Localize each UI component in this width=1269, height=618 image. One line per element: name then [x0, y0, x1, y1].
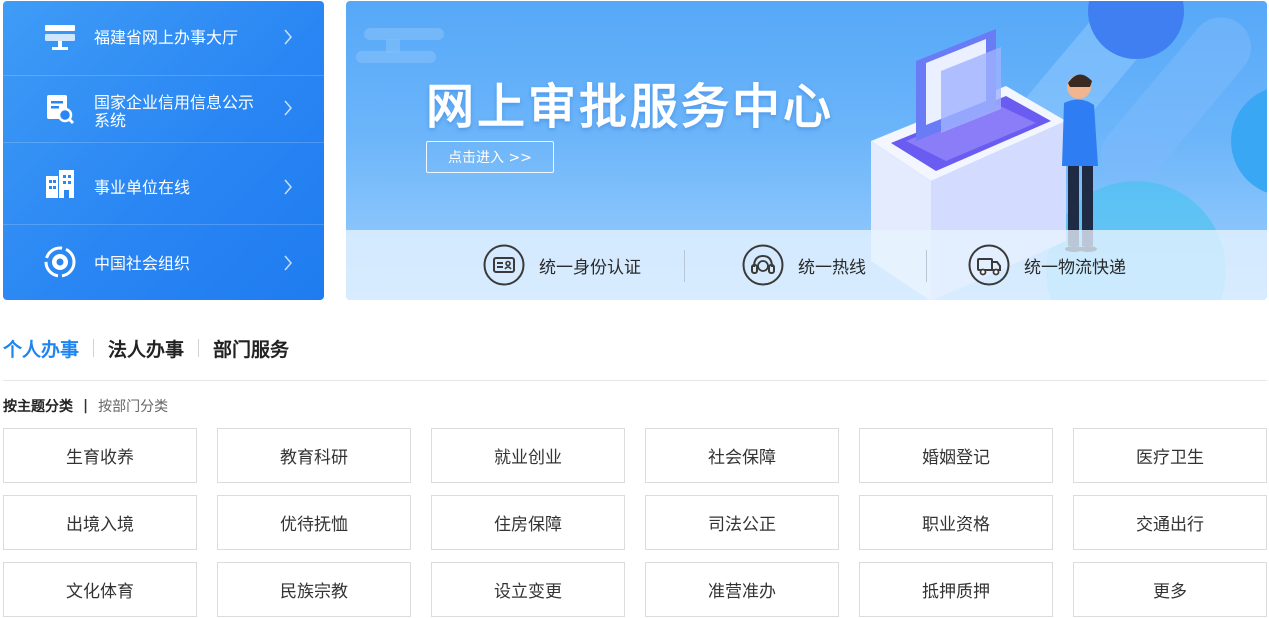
category-filter: 按主题分类 | 按部门分类 — [3, 396, 168, 416]
circle-globe-icon — [41, 243, 79, 281]
category-item[interactable]: 文化体育 — [3, 562, 197, 617]
chevron-right-icon — [283, 254, 297, 274]
service-divider — [926, 250, 927, 282]
category-item[interactable]: 司法公正 — [645, 495, 839, 550]
category-more[interactable]: 更多 — [1073, 562, 1267, 617]
category-item[interactable]: 交通出行 — [1073, 495, 1267, 550]
service-bar: 统一身份认证 统一热线 统一物流快递 — [346, 230, 1267, 300]
headset-icon — [742, 244, 784, 286]
tab-legal-person[interactable]: 法人办事 — [108, 335, 184, 362]
service-identity-auth[interactable]: 统一身份认证 — [483, 230, 641, 300]
delivery-truck-icon — [968, 244, 1010, 286]
banner-title: 网上审批服务中心 — [426, 79, 835, 135]
category-item[interactable]: 生育收养 — [3, 428, 197, 483]
tab-personal[interactable]: 个人办事 — [3, 335, 79, 362]
service-logistics[interactable]: 统一物流快递 — [968, 230, 1126, 300]
nav-item-label: 中国社会组织 — [94, 254, 191, 273]
service-label: 统一物流快递 — [1024, 257, 1126, 278]
category-item[interactable]: 就业创业 — [431, 428, 625, 483]
nav-item-social-org[interactable]: 中国社会组织 — [3, 225, 324, 300]
filter-by-theme[interactable]: 按主题分类 — [3, 396, 73, 416]
category-item[interactable]: 职业资格 — [859, 495, 1053, 550]
category-item[interactable]: 社会保障 — [645, 428, 839, 483]
nav-item-label: 福建省网上办事大厅 — [94, 28, 239, 47]
nav-item-public-institution[interactable]: 事业单位在线 — [3, 143, 324, 224]
nav-item-fujian-hall[interactable]: 福建省网上办事大厅 — [3, 1, 324, 75]
banner: 网上审批服务中心 点击进入 >> 统一身份认证 统一热线 统一物流快递 — [346, 1, 1267, 300]
category-grid: 生育收养 教育科研 就业创业 社会保障 婚姻登记 医疗卫生 出境入境 优待抚恤 … — [3, 428, 1267, 617]
tab-divider — [198, 339, 200, 357]
monitor-icon — [41, 19, 79, 57]
category-item[interactable]: 民族宗教 — [217, 562, 411, 617]
category-item[interactable]: 医疗卫生 — [1073, 428, 1267, 483]
category-item[interactable]: 住房保障 — [431, 495, 625, 550]
category-item[interactable]: 优待抚恤 — [217, 495, 411, 550]
service-hotline[interactable]: 统一热线 — [742, 230, 866, 300]
filter-separator: | — [83, 398, 89, 414]
chevron-right-icon — [283, 28, 297, 48]
service-tabs: 个人办事 法人办事 部门服务 — [3, 335, 289, 361]
category-item[interactable]: 教育科研 — [217, 428, 411, 483]
category-item[interactable]: 设立变更 — [431, 562, 625, 617]
service-divider — [684, 250, 685, 282]
document-search-icon — [41, 90, 79, 128]
tabs-underline — [3, 380, 1267, 381]
category-item[interactable]: 抵押质押 — [859, 562, 1053, 617]
enter-button[interactable]: 点击进入 >> — [426, 141, 554, 173]
filter-by-department[interactable]: 按部门分类 — [98, 396, 168, 416]
nav-item-label: 国家企业信用信息公示系统 — [94, 93, 255, 130]
tab-department[interactable]: 部门服务 — [213, 335, 289, 362]
left-nav-panel: 福建省网上办事大厅 国家企业信用信息公示系统 事业单位在线 中国社会组织 — [3, 1, 324, 300]
tab-divider — [93, 339, 95, 357]
nav-item-label: 事业单位在线 — [94, 178, 191, 197]
category-item[interactable]: 出境入境 — [3, 495, 197, 550]
chevron-right-icon — [283, 99, 297, 119]
nav-item-credit-system[interactable]: 国家企业信用信息公示系统 — [3, 76, 324, 142]
category-item[interactable]: 婚姻登记 — [859, 428, 1053, 483]
id-card-icon — [483, 244, 525, 286]
building-icon — [41, 165, 79, 203]
service-label: 统一身份认证 — [539, 257, 641, 278]
chevron-right-icon — [283, 178, 297, 198]
category-item[interactable]: 准营准办 — [645, 562, 839, 617]
service-label: 统一热线 — [798, 257, 866, 278]
